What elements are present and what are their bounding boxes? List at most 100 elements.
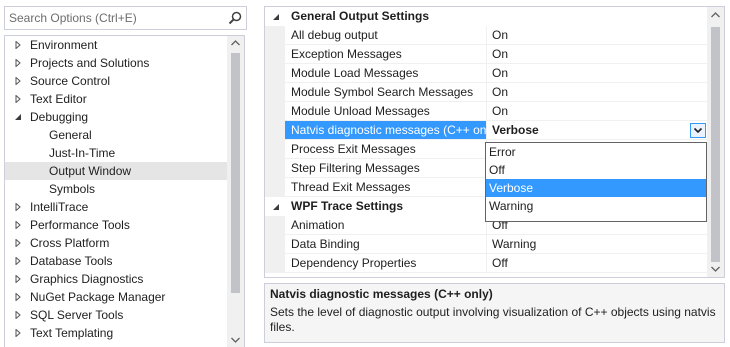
tree-item-label: Database Tools (30, 254, 113, 268)
property-value-text: On (492, 47, 509, 61)
tree-item-source-control[interactable]: Source Control (5, 72, 228, 90)
search-icon[interactable] (228, 11, 242, 25)
row-gutter (265, 83, 285, 102)
collapsed-triangle-icon[interactable] (14, 311, 22, 319)
property-name[interactable]: Animation (285, 216, 486, 235)
tree-item-label: Symbols (49, 182, 96, 196)
collapsed-triangle-icon[interactable] (14, 41, 22, 49)
collapsed-triangle-icon[interactable] (14, 95, 22, 103)
description-panel: Natvis diagnostic messages (C++ only) Se… (264, 283, 725, 343)
row-gutter (265, 102, 285, 121)
tree-item-output-window[interactable]: Output Window (5, 162, 228, 180)
expanded-triangle-icon[interactable] (272, 13, 280, 21)
tree-item-label: Projects and Solutions (30, 56, 150, 70)
property-value[interactable]: On (486, 83, 708, 102)
property-row-module-symbol-search-messages[interactable]: Module Symbol Search Messages On (265, 83, 708, 102)
search-box[interactable] (4, 6, 247, 30)
tree-item-just-in-time[interactable]: Just-In-Time (5, 144, 228, 162)
property-row-dependency-properties[interactable]: Dependency Properties Off (265, 254, 708, 273)
tree-item-nuget-package-manager[interactable]: NuGet Package Manager (5, 288, 228, 306)
property-value[interactable]: On (486, 45, 708, 64)
description-title: Natvis diagnostic messages (C++ only) (270, 287, 493, 301)
property-name[interactable]: Module Symbol Search Messages (285, 83, 486, 102)
tree-item-general[interactable]: General (5, 126, 228, 144)
property-value[interactable]: Warning (486, 235, 708, 254)
scroll-up-icon[interactable] (711, 12, 720, 18)
search-input[interactable] (5, 7, 220, 29)
tree-scrollbar[interactable] (227, 36, 244, 347)
tree-item-sql-server-tools[interactable]: SQL Server Tools (5, 306, 228, 324)
property-value[interactable]: Off (486, 254, 708, 273)
property-row-data-binding[interactable]: Data Binding Warning (265, 235, 708, 254)
collapsed-triangle-icon[interactable] (14, 275, 22, 283)
property-row-module-unload-messages[interactable]: Module Unload Messages On (265, 102, 708, 121)
collapsed-triangle-icon[interactable] (14, 203, 22, 211)
tree-item-graphics-diagnostics[interactable]: Graphics Diagnostics (5, 270, 228, 288)
collapsed-triangle-icon[interactable] (14, 239, 22, 247)
tree-item-label: Text Templating (30, 326, 114, 340)
dropdown-option-off[interactable]: Off (486, 161, 706, 179)
collapsed-triangle-icon[interactable] (14, 329, 22, 337)
property-value-text: On (492, 104, 509, 118)
property-name[interactable]: Module Load Messages (285, 64, 486, 83)
scroll-up-icon[interactable] (231, 40, 240, 46)
grid-scrollbar[interactable] (707, 7, 724, 277)
tree-item-label: General (49, 128, 92, 142)
tree-scroll-thumb[interactable] (231, 53, 240, 293)
tree-item-projects-and-solutions[interactable]: Projects and Solutions (5, 54, 228, 72)
dropdown-option-verbose[interactable]: Verbose (486, 179, 706, 197)
collapsed-triangle-icon[interactable] (14, 293, 22, 301)
property-value[interactable]: On (486, 102, 708, 121)
scroll-down-icon[interactable] (231, 337, 240, 343)
tree-item-environment[interactable]: Environment (5, 36, 228, 54)
property-name[interactable]: Thread Exit Messages (285, 178, 486, 197)
property-row-natvis-diagnostic-messages-c-only[interactable]: Natvis diagnostic messages (C++ only) Ver… (265, 121, 708, 140)
dropdown-option-warning[interactable]: Warning (486, 197, 706, 215)
property-name[interactable]: Exception Messages (285, 45, 486, 64)
tree-item-cross-platform[interactable]: Cross Platform (5, 234, 228, 252)
collapsed-triangle-icon[interactable] (14, 77, 22, 85)
collapsed-triangle-icon[interactable] (14, 257, 22, 265)
row-gutter (265, 159, 285, 178)
chevron-down-icon (691, 124, 705, 137)
property-value[interactable]: On (486, 26, 708, 45)
grid-scroll-thumb[interactable] (711, 27, 720, 262)
property-value-text: Off (492, 256, 508, 270)
property-row-exception-messages[interactable]: Exception Messages On (265, 45, 708, 64)
expanded-triangle-icon[interactable] (272, 203, 280, 211)
tree-item-symbols[interactable]: Symbols (5, 180, 228, 198)
collapsed-triangle-icon[interactable] (14, 59, 22, 67)
property-value-select[interactable]: Verbose (486, 121, 708, 140)
category-general-output-settings[interactable]: General Output Settings (265, 7, 708, 26)
tree-item-intellitrace[interactable]: IntelliTrace (5, 198, 228, 216)
collapsed-triangle-icon[interactable] (14, 221, 22, 229)
dropdown-option-error[interactable]: Error (486, 143, 706, 161)
description-text: Sets the level of diagnostic output invo… (270, 305, 716, 334)
tree-item-performance-tools[interactable]: Performance Tools (5, 216, 228, 234)
tree-item-label: Performance Tools (30, 218, 130, 232)
property-name[interactable]: Module Unload Messages (285, 102, 486, 121)
property-value[interactable]: On (486, 64, 708, 83)
tree-item-text-templating[interactable]: Text Templating (5, 324, 228, 342)
property-name[interactable]: Step Filtering Messages (285, 159, 486, 178)
property-row-module-load-messages[interactable]: Module Load Messages On (265, 64, 708, 83)
expanded-triangle-icon[interactable] (14, 113, 22, 121)
property-value-text: Verbose (492, 123, 539, 137)
property-row-all-debug-output[interactable]: All debug output On (265, 26, 708, 45)
tree-item-text-editor[interactable]: Text Editor (5, 90, 228, 108)
row-gutter (265, 235, 285, 254)
scroll-down-icon[interactable] (711, 266, 720, 272)
property-name[interactable]: Natvis diagnostic messages (C++ only) (285, 121, 486, 140)
tree-item-label: SQL Server Tools (30, 308, 124, 322)
property-name[interactable]: All debug output (285, 26, 486, 45)
dropdown-button[interactable] (690, 123, 706, 138)
row-gutter (265, 254, 285, 273)
property-name[interactable]: Data Binding (285, 235, 486, 254)
tree-item-database-tools[interactable]: Database Tools (5, 252, 228, 270)
tree-item-debugging[interactable]: Debugging (5, 108, 228, 126)
property-name[interactable]: Process Exit Messages (285, 140, 486, 159)
tree-item-label: Just-In-Time (49, 146, 116, 160)
tree-item-label: NuGet Package Manager (30, 290, 166, 304)
property-name[interactable]: Dependency Properties (285, 254, 486, 273)
tree-item-label: Text Editor (30, 92, 87, 106)
